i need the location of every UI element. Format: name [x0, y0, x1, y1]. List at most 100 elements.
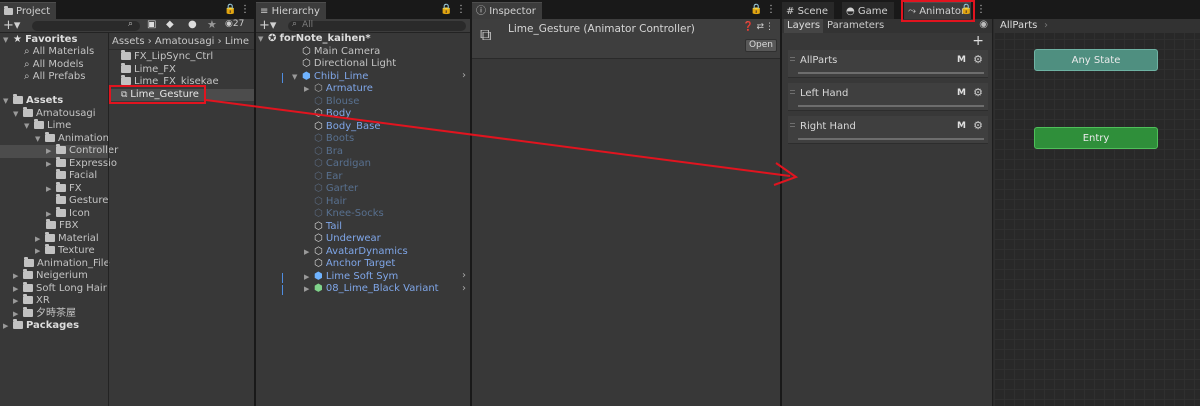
tab-project[interactable]: Project	[0, 2, 57, 19]
hierarchy-item[interactable]: ⬡ Underwear	[314, 233, 470, 246]
layer-weight-slider[interactable]	[798, 138, 984, 140]
layer-weight-slider[interactable]	[798, 72, 984, 74]
tab-hierarchy[interactable]: ≡ Hierarchy	[256, 2, 326, 19]
tree-folder[interactable]: ▶ FX	[46, 181, 108, 196]
hierarchy-item[interactable]: ⬡ Directional Light	[302, 58, 470, 71]
tree-folder[interactable]: Animation_File	[24, 256, 110, 271]
prefab-icon: ⬢	[302, 70, 314, 82]
file-item[interactable]: Lime_FX	[121, 62, 254, 77]
tree-folder[interactable]: ▶ Texture	[35, 244, 108, 258]
package-icon[interactable]: ●	[188, 19, 197, 30]
graph-breadcrumb-item[interactable]: AllParts	[1000, 19, 1037, 33]
hierarchy-item[interactable]: ⬡ Ear	[314, 171, 470, 184]
breadcrumb-item[interactable]: Lime	[225, 36, 249, 47]
file-item-selected[interactable]: ⧉ Lime_Gesture	[109, 88, 254, 101]
file-item[interactable]: FX_LipSync_Ctrl	[121, 50, 254, 64]
chevron-right-icon[interactable]: ›	[462, 270, 466, 281]
scene-row[interactable]: ▼ ✪ forNote_kaihen*	[258, 33, 470, 46]
tree-folder[interactable]: Gesture	[56, 194, 108, 208]
hierarchy-item[interactable]: ⬡ Garter	[314, 183, 470, 196]
animator-graph[interactable]: AllParts ›	[994, 19, 1200, 406]
chevron-right-icon[interactable]: ›	[462, 283, 466, 294]
folder-icon	[23, 269, 33, 279]
animator-tab-menu[interactable]: 🔒 ⋮	[960, 3, 986, 17]
tree-folder[interactable]: ▼ Lime	[24, 119, 108, 133]
layer-left-hand[interactable]: Left Hand M ⚙	[788, 83, 988, 111]
layer-weight-slider[interactable]	[798, 105, 984, 107]
open-button[interactable]: Open	[745, 39, 777, 52]
eye-icon[interactable]: ◉	[979, 19, 988, 30]
hierarchy-item[interactable]: ⬡ Body	[314, 108, 470, 121]
drag-handle-icon[interactable]	[790, 123, 795, 127]
hierarchy-item[interactable]: ▶ ⬢ Lime Soft Sym	[304, 271, 470, 284]
filter-type-icon[interactable]: ▣	[147, 19, 156, 30]
help-icon[interactable]: ❓	[743, 22, 754, 32]
gear-icon[interactable]: ⚙	[973, 119, 983, 132]
tree-folder[interactable]: ▶ Soft Long Hair	[13, 281, 108, 296]
tree-folder[interactable]: Facial	[56, 169, 108, 183]
hierarchy-item[interactable]: ⬡ Boots	[314, 133, 470, 146]
favorite-star-icon[interactable]: ★	[207, 18, 217, 31]
packages-row[interactable]: ▶ Packages	[3, 319, 108, 333]
state-entry[interactable]: Entry	[1034, 127, 1158, 149]
favorite-item[interactable]: ⌕ All Prefabs	[24, 71, 108, 84]
file-item[interactable]: Lime_FX_kisekae	[121, 75, 254, 89]
search-icon: ⌕	[128, 19, 134, 29]
hierarchy-item[interactable]: ⬡ Knee-Socks	[314, 208, 470, 221]
gear-icon[interactable]: ⚙	[973, 53, 983, 66]
breadcrumb-item[interactable]: Assets	[112, 36, 145, 47]
state-any-state[interactable]: Any State	[1034, 49, 1158, 71]
hidden-count-icon[interactable]: ◉27	[225, 19, 244, 29]
add-object-button[interactable]: +▾	[259, 18, 276, 33]
hierarchy-tree: ▼ ✪ forNote_kaihen* ⬡ Main Camera ⬡ Direc…	[256, 33, 470, 406]
add-layer-button[interactable]: +	[972, 33, 984, 49]
tree-folder[interactable]: ▼ Amatousagi	[13, 106, 108, 121]
hierarchy-item[interactable]: ⬡ Hair	[314, 196, 470, 209]
favorite-item[interactable]: ⌕ All Materials	[24, 46, 108, 59]
tree-folder-selected[interactable]: ▶ Controller	[0, 144, 118, 158]
assets-row[interactable]: ▼ Assets	[3, 94, 108, 108]
hierarchy-item[interactable]: ▶ ⬡ AvatarDynamics	[304, 246, 470, 259]
tab-scene[interactable]: # Scene	[782, 2, 835, 19]
tree-folder[interactable]: ▶ 夕時茶屋	[13, 306, 108, 321]
hierarchy-item[interactable]: ▶ ⬡ Armature	[304, 83, 470, 96]
tree-folder[interactable]: ▼ Animation	[35, 131, 109, 146]
add-asset-button[interactable]: +▾	[3, 18, 20, 33]
tree-folder[interactable]: ▶ Expressio	[46, 156, 117, 171]
project-tab-menu[interactable]: 🔒 ⋮	[224, 3, 250, 17]
project-search-input[interactable]	[32, 21, 140, 31]
hierarchy-item[interactable]: ⬡ Blouse	[314, 96, 470, 109]
hierarchy-item[interactable]: ⬡ Cardigan	[314, 158, 470, 171]
settings-icon[interactable]: ⇄	[756, 22, 764, 32]
gear-icon[interactable]: ⚙	[973, 86, 983, 99]
hierarchy-item[interactable]: ⬡ Main Camera	[302, 46, 470, 59]
hierarchy-item[interactable]: ⬡ Bra	[314, 146, 470, 159]
layer-allparts[interactable]: AllParts M ⚙	[788, 50, 988, 78]
tree-folder[interactable]: ▶ XR	[13, 294, 108, 308]
drag-handle-icon[interactable]	[790, 57, 795, 61]
subtab-layers[interactable]: Layers	[784, 19, 824, 33]
hierarchy-item[interactable]: ⬡ Anchor Target	[314, 258, 470, 271]
drag-handle-icon[interactable]	[790, 90, 795, 94]
gameobject-icon: ⬡	[302, 58, 314, 69]
hierarchy-item[interactable]: ⬡ Body_Base	[314, 121, 470, 134]
favorites-row[interactable]: ▼ ★ Favorites	[3, 34, 108, 47]
inspector-tab-menu[interactable]: 🔒 ⋮	[750, 3, 776, 17]
hierarchy-search-input[interactable]: ⌕ All	[288, 19, 466, 31]
tree-folder[interactable]: ▶ Neigerium	[13, 269, 108, 283]
tab-inspector[interactable]: ⓘ Inspector	[472, 2, 542, 19]
tree-folder[interactable]: ▶ Icon	[46, 206, 108, 221]
tab-game[interactable]: ◓ Game	[842, 2, 894, 19]
tree-folder[interactable]: FBX	[46, 219, 108, 233]
hierarchy-item[interactable]: ▶ ⬢ 08_Lime_Black Variant	[304, 283, 470, 296]
hierarchy-item[interactable]: ⬡ Tail	[314, 221, 470, 234]
subtab-parameters[interactable]: Parameters	[824, 19, 887, 33]
breadcrumb-item[interactable]: Amatousagi	[155, 36, 215, 47]
filter-label-icon[interactable]: ◆	[166, 19, 174, 30]
hierarchy-item[interactable]: ▼ ⬢ Chibi_Lime	[292, 71, 470, 84]
layer-right-hand[interactable]: Right Hand M ⚙	[788, 116, 988, 144]
chevron-right-icon[interactable]: ›	[462, 70, 466, 81]
hierarchy-tab-menu[interactable]: 🔒 ⋮	[440, 3, 466, 17]
more-icon[interactable]: ⋮	[765, 22, 774, 32]
favorite-item[interactable]: ⌕ All Models	[24, 59, 108, 72]
